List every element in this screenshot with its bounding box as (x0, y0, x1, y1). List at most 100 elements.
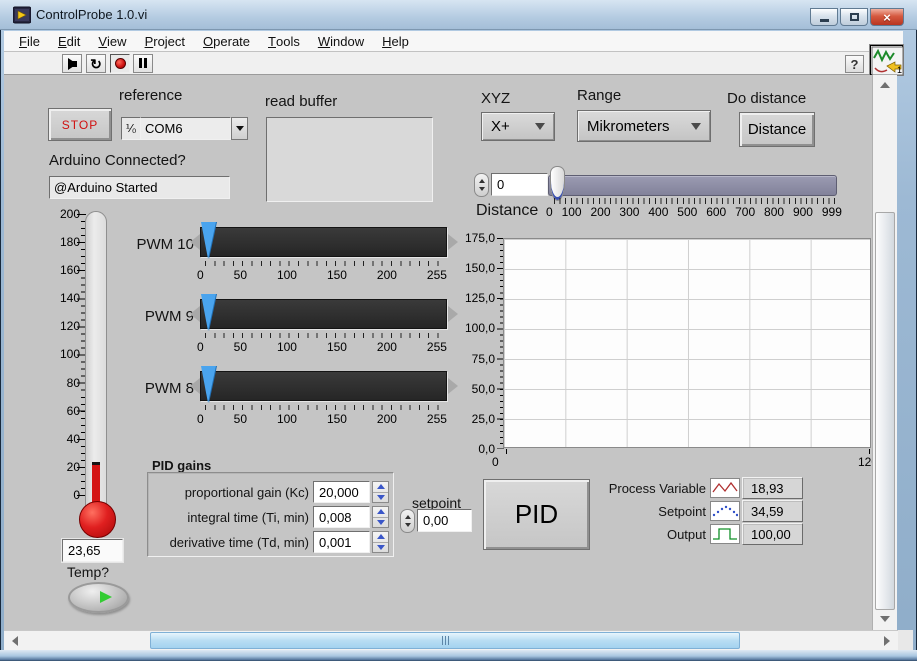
distance-scale-label: 500 (677, 205, 697, 219)
menu-item[interactable]: Help (373, 31, 418, 51)
toolbar: ↻ (4, 52, 903, 75)
increment-icon (405, 515, 411, 519)
front-panel: STOP reference ⅟₀ COM6 Arduino Connected… (4, 75, 872, 630)
titlebar[interactable]: ControlProbe 1.0.vi × (0, 0, 917, 30)
reference-dropdown-button[interactable] (231, 117, 248, 140)
labview-app-icon (13, 6, 31, 24)
pwm-scale-label: 255 (427, 340, 447, 354)
pwm-scale-label: 150 (327, 412, 347, 426)
pwm8-slider-track[interactable] (200, 371, 447, 401)
menu-item[interactable]: Project (136, 31, 194, 51)
menu-item[interactable]: Tools (259, 31, 309, 51)
menu-item[interactable]: Operate (194, 31, 259, 51)
pwm8-slider-handle[interactable] (201, 366, 216, 403)
integral-time-field[interactable]: 0,008 (313, 506, 370, 528)
pwm-scale-label: 150 (327, 268, 347, 282)
setpoint-field[interactable]: 0,00 (417, 509, 472, 532)
decrement-icon (377, 495, 385, 500)
proportional-gain-spinner[interactable] (372, 481, 389, 503)
read-buffer-field[interactable] (266, 117, 433, 202)
process-variable-plot-icon[interactable] (710, 478, 740, 498)
minimize-button[interactable] (810, 8, 838, 26)
resize-grip[interactable] (898, 630, 913, 650)
output-plot-icon[interactable] (710, 524, 740, 544)
process-variable-legend-label: Process Variable (596, 481, 706, 496)
scroll-left-icon[interactable] (12, 636, 18, 646)
y-tick-label: 100,0 (465, 321, 495, 335)
pwm9-left-arrow-icon (190, 306, 200, 322)
scroll-up-icon[interactable] (880, 82, 890, 88)
xyz-ring[interactable]: X+ (481, 112, 555, 141)
distance-slider-scale: 0100200300400500600700800900999 (546, 205, 842, 219)
distance-slider-ticks (554, 198, 836, 204)
window-bottom-border (0, 650, 917, 661)
setpoint-spinner[interactable] (400, 509, 415, 533)
vertical-scrollbar[interactable] (872, 75, 897, 630)
abort-icon (115, 58, 126, 69)
distance-slider-handle[interactable] (550, 166, 565, 201)
distance-scale-label: 100 (562, 205, 582, 219)
temp-value-field[interactable]: 23,65 (62, 539, 123, 562)
y-tick-label: 125,0 (465, 291, 495, 305)
reference-combo[interactable]: ⅟₀ COM6 (121, 117, 248, 140)
pwm-scale-label: 50 (234, 412, 247, 426)
proportional-gain-field[interactable]: 20,000 (313, 481, 370, 503)
pwm8-left-arrow-icon (190, 378, 200, 394)
distance-button-label: Distance (748, 121, 806, 138)
run-button[interactable] (62, 54, 82, 73)
chart-y-axis-labels: 175,0150,0125,0100,075,050,025,00,0 (455, 231, 495, 456)
arduino-connected-label: Arduino Connected? (49, 152, 186, 169)
distance-scale-label: 900 (793, 205, 813, 219)
horizontal-scrollbar[interactable] (4, 630, 898, 650)
abort-button[interactable] (110, 54, 130, 73)
integral-time-spinner[interactable] (372, 506, 389, 528)
menu-item[interactable]: View (89, 31, 135, 51)
setpoint-plot-icon[interactable] (710, 501, 740, 521)
pwm-scale-label: 200 (377, 268, 397, 282)
menubar: FileEditViewProjectOperateToolsWindowHel… (4, 31, 903, 52)
menu-item[interactable]: Window (309, 31, 373, 51)
menu-item[interactable]: File (10, 31, 49, 51)
close-button[interactable]: × (870, 8, 904, 26)
pwm10-left-arrow-icon (190, 234, 200, 250)
derivative-time-field[interactable]: 0,001 (313, 531, 370, 553)
scroll-down-icon[interactable] (880, 616, 890, 622)
horizontal-scrollbar-thumb[interactable] (150, 632, 740, 649)
run-continuously-button[interactable]: ↻ (86, 54, 106, 73)
pwm-scale-label: 255 (427, 268, 447, 282)
pwm9-slider-handle[interactable] (201, 294, 216, 331)
vertical-scrollbar-thumb[interactable] (875, 212, 895, 610)
pwm10-scale: 050100150200255 (197, 268, 447, 282)
derivative-time-spinner[interactable] (372, 531, 389, 553)
distance-value-field[interactable]: 0 (491, 173, 548, 196)
do-distance-label: Do distance (727, 90, 806, 107)
context-help-button[interactable]: ? (845, 55, 864, 73)
reference-label: reference (119, 87, 182, 104)
range-ring[interactable]: Mikrometers (577, 110, 711, 142)
decrement-icon (479, 187, 485, 191)
output-legend-label: Output (596, 527, 706, 542)
temp-led-button[interactable] (68, 582, 129, 613)
range-value: Mikrometers (587, 118, 670, 135)
pause-button[interactable] (133, 54, 153, 73)
thermometer-scale: 200180160140120100806040200 (46, 207, 80, 502)
thermometer-tube[interactable] (85, 211, 107, 507)
pwm10-slider-track[interactable] (200, 227, 447, 257)
scroll-right-icon[interactable] (884, 636, 890, 646)
waveform-chart-plot[interactable] (503, 238, 871, 448)
distance-slider-track[interactable] (548, 175, 837, 196)
pwm-scale-label: 0 (197, 268, 204, 282)
stop-button[interactable]: STOP (48, 108, 112, 141)
pwm8-label: PWM 8 (112, 380, 194, 397)
distance-scale-label: 800 (764, 205, 784, 219)
arduino-connected-field[interactable]: @Arduino Started (49, 176, 230, 199)
distance-button[interactable]: Distance (739, 112, 815, 147)
pwm10-slider-handle[interactable] (201, 222, 216, 259)
maximize-button[interactable] (840, 8, 868, 26)
pid-button[interactable]: PID (483, 479, 590, 550)
decrement-icon (377, 545, 385, 550)
y-tick-label: 150,0 (465, 261, 495, 275)
pwm9-slider-track[interactable] (200, 299, 447, 329)
distance-spinner[interactable] (474, 173, 489, 197)
menu-item[interactable]: Edit (49, 31, 89, 51)
